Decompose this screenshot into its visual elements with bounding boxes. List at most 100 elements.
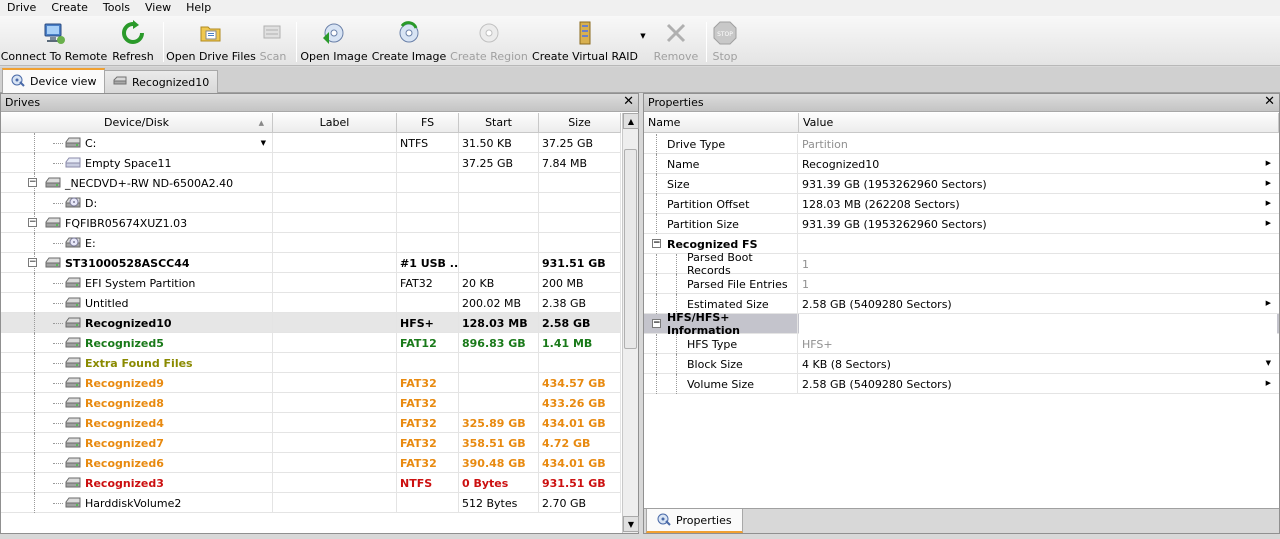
properties-panel-header: Properties ✕ [644, 94, 1279, 112]
drive-row[interactable]: E: [1, 233, 621, 253]
drive-row[interactable]: − _NECDVD+-RW ND-6500A2.40 [1, 173, 621, 193]
menu-tools[interactable]: Tools [96, 1, 138, 15]
property-value: HFS+ [802, 337, 833, 351]
drive-fs-text: FAT32 [400, 276, 433, 290]
drive-row[interactable]: EFI System Partition FAT32 20 KB 200 MB [1, 273, 621, 293]
tree-branch [53, 243, 63, 244]
drives-scrollbar[interactable]: ▲ ▼ [622, 113, 639, 533]
drive-row[interactable]: Recognized10 HFS+ 128.03 MB 2.58 GB [1, 313, 621, 333]
drive-cell-start [459, 233, 539, 253]
property-row[interactable]: Parsed File Entries 1 [644, 274, 1279, 294]
tab-properties[interactable]: Properties [646, 509, 743, 533]
open-image-button[interactable]: Open Image [300, 19, 368, 65]
open-drive-files-button[interactable]: Open Drive Files [166, 19, 256, 65]
drive-row[interactable]: C: ▼ NTFS 31.50 KB 37.25 GB [1, 133, 621, 153]
row-dropdown-icon[interactable]: ▼ [261, 139, 266, 147]
menu-help[interactable]: Help [179, 1, 219, 15]
drive-row[interactable]: Recognized5 FAT12 896.83 GB 1.41 MB [1, 333, 621, 353]
drive-row[interactable]: − ST31000528ASCC44 #1 USB ... 931.51 GB [1, 253, 621, 273]
stop-icon: STOP [711, 19, 739, 47]
property-row[interactable]: Size 931.39 GB (1953262960 Sectors) ▶ [644, 174, 1279, 194]
drive-cell-name: − ST31000528ASCC44 [1, 253, 273, 273]
drive-row[interactable]: Recognized8 FAT32 433.26 GB [1, 393, 621, 413]
column-header-device[interactable]: Device/Disk ▲ [1, 113, 273, 133]
menu-create[interactable]: Create [44, 1, 96, 15]
property-row[interactable]: Name Recognized10 ▶ [644, 154, 1279, 174]
collapse-icon[interactable]: − [28, 178, 37, 187]
tab-device-view[interactable]: Device view [2, 68, 106, 93]
close-icon[interactable]: ✕ [623, 95, 634, 109]
drive-row[interactable]: D: [1, 193, 621, 213]
scroll-down-icon[interactable]: ▼ [623, 516, 639, 532]
connect-to-remote-button[interactable]: Connect To Remote [1, 19, 107, 65]
property-value: 2.58 GB (5409280 Sectors) [802, 377, 952, 391]
dropdown-arrow-icon[interactable]: ▼ [1266, 359, 1271, 367]
drive-cell-fs: NTFS [397, 473, 459, 493]
menu-view[interactable]: View [138, 1, 179, 15]
drive-row[interactable]: − FQFIBR05674XUZ1.03 [1, 213, 621, 233]
tree-branch [53, 403, 63, 404]
menu-drive[interactable]: Drive [0, 1, 44, 15]
column-header-fs[interactable]: FS [397, 113, 459, 133]
remote-computer-icon [40, 19, 68, 47]
drive-name-text: _NECDVD+-RW ND-6500A2.40 [65, 176, 234, 190]
drive-size-text: 2.38 GB [542, 296, 587, 310]
create-image-label: Create Image [371, 50, 447, 63]
scroll-up-icon[interactable]: ▲ [623, 113, 639, 129]
drive-cell-label [273, 193, 397, 213]
refresh-button[interactable]: Refresh [110, 19, 156, 65]
collapse-icon[interactable]: − [28, 218, 37, 227]
property-row[interactable]: Partition Offset 128.03 MB (262208 Sector… [644, 194, 1279, 214]
drive-row[interactable]: Recognized6 FAT32 390.48 GB 434.01 GB [1, 453, 621, 473]
drive-row[interactable]: Extra Found Files [1, 353, 621, 373]
stop-button[interactable]: STOP Stop [710, 19, 740, 65]
drive-row[interactable]: Recognized4 FAT32 325.89 GB 434.01 GB [1, 413, 621, 433]
stop-label: Stop [712, 50, 738, 63]
drive-name-text: Recognized3 [85, 476, 164, 490]
expand-arrow-icon[interactable]: ▶ [1266, 219, 1271, 227]
scroll-thumb[interactable] [624, 149, 637, 349]
column-header-value[interactable]: Value [799, 113, 1279, 133]
drive-start-text: 325.89 GB [462, 416, 526, 430]
drive-row[interactable]: Untitled 200.02 MB 2.38 GB [1, 293, 621, 313]
drive-row[interactable]: Recognized3 NTFS 0 Bytes 931.51 GB [1, 473, 621, 493]
tree-line [676, 334, 677, 354]
property-row[interactable]: Drive Type Partition [644, 134, 1279, 154]
drive-cell-size: 931.51 GB [539, 253, 621, 273]
property-name-cell: Size [644, 174, 798, 194]
create-image-icon [395, 19, 423, 47]
property-group-row[interactable]: − HFS/HFS+ Information [644, 311, 1279, 337]
tab-recognized10[interactable]: Recognized10 [104, 70, 219, 93]
tree-line [656, 194, 657, 214]
drive-row[interactable]: Recognized9 FAT32 434.57 GB [1, 373, 621, 393]
collapse-icon[interactable]: − [652, 239, 661, 248]
create-virtual-raid-button[interactable]: Create Virtual RAID [532, 19, 638, 65]
property-row[interactable]: Block Size 4 KB (8 Sectors) ▼ [644, 354, 1279, 374]
drive-row[interactable]: Empty Space11 37.25 GB 7.84 MB [1, 153, 621, 173]
create-region-button[interactable]: Create Region [450, 19, 528, 65]
expand-arrow-icon[interactable]: ▶ [1266, 299, 1271, 307]
drive-row[interactable]: HarddiskVolume2 512 Bytes 2.70 GB [1, 493, 621, 513]
column-header-size[interactable]: Size [539, 113, 621, 133]
expand-arrow-icon[interactable]: ▶ [1266, 199, 1271, 207]
scan-button[interactable]: Scan [256, 19, 290, 65]
collapse-icon[interactable]: − [652, 319, 661, 328]
expand-arrow-icon[interactable]: ▶ [1266, 179, 1271, 187]
column-header-label[interactable]: Label [273, 113, 397, 133]
collapse-icon[interactable]: − [28, 258, 37, 267]
drive-size-text: 1.41 MB [542, 336, 593, 350]
create-region-label: Create Region [450, 50, 528, 63]
property-row[interactable]: Partition Size 931.39 GB (1953262960 Sect… [644, 214, 1279, 234]
property-row[interactable]: Volume Size 2.58 GB (5409280 Sectors) ▶ [644, 374, 1279, 394]
property-row[interactable]: HFS Type HFS+ [644, 334, 1279, 354]
drive-row[interactable]: Recognized7 FAT32 358.51 GB 4.72 GB [1, 433, 621, 453]
remove-button[interactable]: Remove [652, 19, 700, 65]
close-icon[interactable]: ✕ [1264, 95, 1275, 109]
property-row[interactable]: Parsed Boot Records 1 [644, 251, 1279, 277]
expand-arrow-icon[interactable]: ▶ [1266, 159, 1271, 167]
create-image-button[interactable]: Create Image [371, 19, 447, 65]
expand-arrow-icon[interactable]: ▶ [1266, 379, 1271, 387]
column-header-name[interactable]: Name [644, 113, 799, 133]
tab-device-view-label: Device view [30, 75, 97, 88]
column-header-start[interactable]: Start [459, 113, 539, 133]
